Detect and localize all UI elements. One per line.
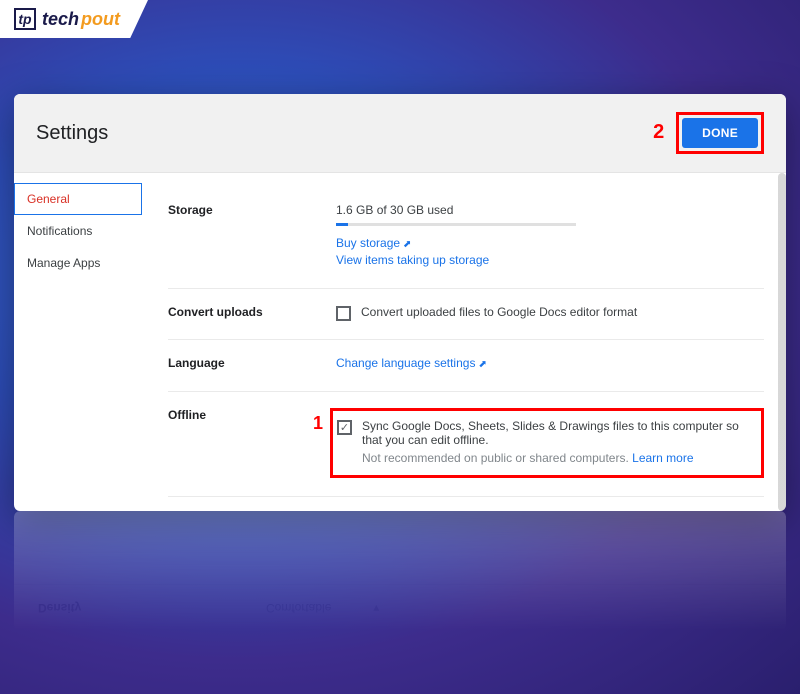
storage-usage-text: 1.6 GB of 30 GB used — [336, 203, 764, 217]
section-body-storage: 1.6 GB of 30 GB used Buy storage⬈ View i… — [336, 203, 764, 270]
storage-progress-fill — [336, 223, 348, 226]
annotation-box-1: 1 ✓ Sync Google Docs, Sheets, Slides & D… — [330, 408, 764, 478]
section-language: Language Change language settings⬈ — [168, 340, 764, 392]
buy-storage-link[interactable]: Buy storage⬈ — [336, 236, 764, 250]
external-link-icon: ⬈ — [478, 359, 486, 370]
offline-sync-checkbox[interactable]: ✓ — [337, 420, 352, 435]
logo-icon: tp — [14, 8, 36, 30]
sidebar-item-general[interactable]: General — [14, 183, 142, 215]
section-label-storage: Storage — [168, 203, 336, 270]
external-link-icon: ⬈ — [403, 239, 411, 250]
learn-more-link[interactable]: Learn more — [632, 451, 693, 465]
logo-text-pout: pout — [81, 9, 120, 30]
settings-sidebar: General Notifications Manage Apps — [14, 173, 142, 511]
dialog-body: General Notifications Manage Apps Storag… — [14, 173, 786, 511]
section-density: Density Comfortable ▼ — [168, 497, 764, 511]
section-body-convert: Convert uploaded files to Google Docs ed… — [336, 305, 764, 321]
section-label-offline: Offline — [168, 408, 336, 478]
convert-checkbox-label: Convert uploaded files to Google Docs ed… — [361, 305, 637, 319]
section-storage: Storage 1.6 GB of 30 GB used Buy storage… — [168, 187, 764, 289]
dialog-header: Settings 2 DONE — [14, 94, 786, 173]
dialog-title: Settings — [36, 122, 108, 145]
annotation-number-1: 1 — [313, 413, 323, 434]
scrollbar[interactable] — [778, 173, 786, 511]
change-language-link[interactable]: Change language settings⬈ — [336, 356, 764, 370]
sidebar-item-manage-apps[interactable]: Manage Apps — [14, 247, 142, 279]
section-body-language: Change language settings⬈ — [336, 356, 764, 373]
site-logo-banner: tp tech pout — [0, 0, 148, 38]
annotation-number-2: 2 — [653, 121, 664, 144]
section-convert-uploads: Convert uploads Convert uploaded files t… — [168, 289, 764, 340]
section-label-language: Language — [168, 356, 336, 373]
settings-content: Storage 1.6 GB of 30 GB used Buy storage… — [142, 173, 786, 511]
storage-progress-bar — [336, 223, 576, 226]
reflection-decoration: Density Comfortable▼ — [14, 511, 786, 631]
offline-note: Not recommended on public or shared comp… — [362, 451, 747, 465]
section-offline: Offline 1 ✓ Sync Google Docs, Sheets, Sl… — [168, 392, 764, 497]
view-items-link[interactable]: View items taking up storage — [336, 253, 764, 267]
logo-text-tech: tech — [42, 9, 79, 30]
section-label-convert: Convert uploads — [168, 305, 336, 321]
annotation-box-2: 2 DONE — [676, 112, 764, 154]
sidebar-item-notifications[interactable]: Notifications — [14, 215, 142, 247]
done-button[interactable]: DONE — [682, 118, 758, 148]
section-body-offline: 1 ✓ Sync Google Docs, Sheets, Slides & D… — [336, 408, 764, 478]
settings-dialog: Settings 2 DONE General Notifications Ma… — [14, 94, 786, 511]
convert-checkbox[interactable] — [336, 306, 351, 321]
offline-checkbox-label: Sync Google Docs, Sheets, Slides & Drawi… — [362, 419, 747, 447]
